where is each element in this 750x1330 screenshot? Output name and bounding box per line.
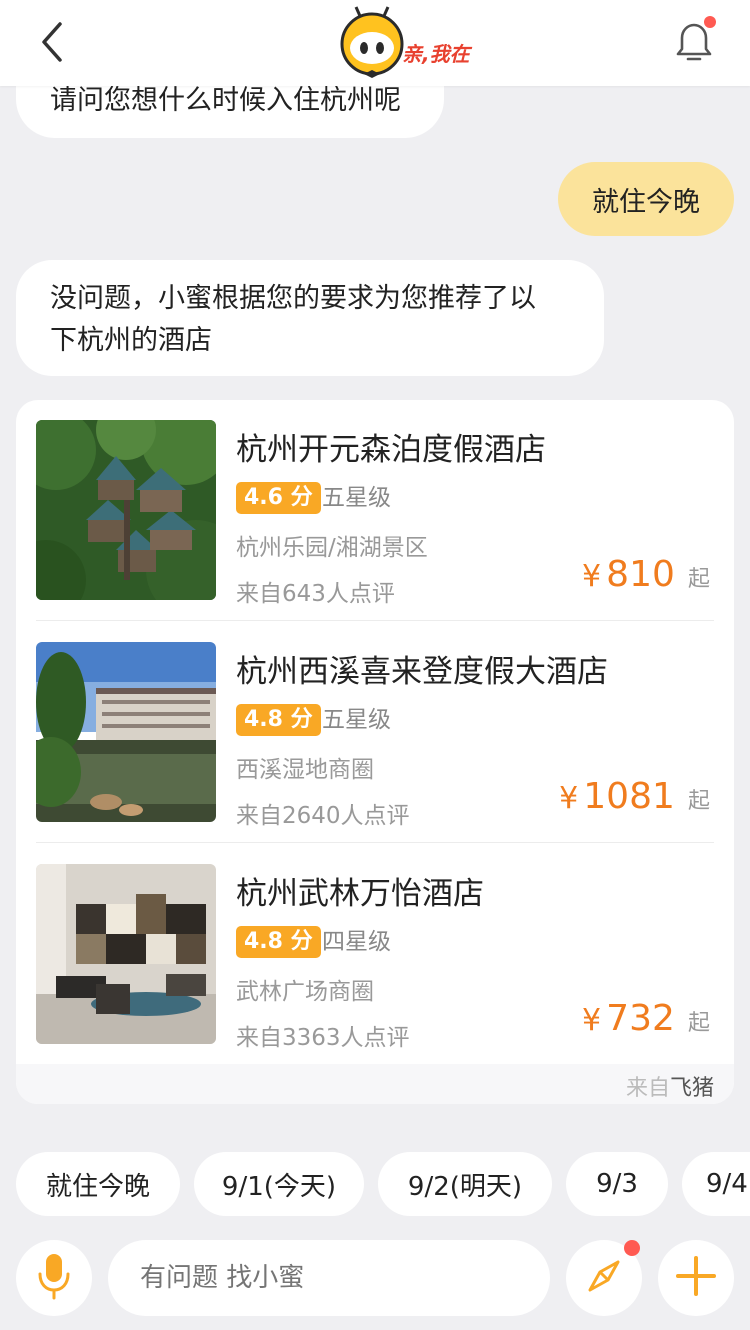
logo-text: 亲,我在 <box>402 42 470 66</box>
input-bar <box>0 1230 750 1330</box>
compass-icon <box>584 1256 624 1300</box>
price-currency: ¥ <box>581 1003 602 1038</box>
hotel-item[interactable]: 杭州武林万怡酒店 4.8 分 四星级 武林广场商圈 来自3363人点评 ¥ 73… <box>36 864 714 1066</box>
price-suffix: 起 <box>687 789 710 814</box>
source-footer: 来自飞猪 <box>16 1064 734 1104</box>
review-count: 来自2640人点评 <box>236 803 410 829</box>
source-prefix: 来自 <box>625 1076 670 1101</box>
hotel-item[interactable]: 杭州西溪喜来登度假大酒店 4.8 分 五星级 西溪湿地商圈 来自2640人点评 … <box>36 642 714 844</box>
hotel-item[interactable]: 杭州开元森泊度假酒店 4.6 分 五星级 杭州乐园/湘湖景区 来自643人点评 … <box>36 420 714 622</box>
hotel-area: 西溪湿地商圈 <box>236 757 374 783</box>
voice-button[interactable] <box>16 1240 92 1316</box>
hotel-photo <box>36 420 216 600</box>
hotel-price: ¥ 732 起 <box>582 998 710 1039</box>
divider <box>36 842 714 843</box>
price-suffix: 起 <box>687 567 710 592</box>
source-attribution: 来自飞猪 <box>626 1070 714 1102</box>
hotel-photo <box>36 864 216 1044</box>
hotel-list-card: 杭州开元森泊度假酒店 4.6 分 五星级 杭州乐园/湘湖景区 来自643人点评 … <box>16 400 734 1104</box>
star-level: 四星级 <box>322 929 391 955</box>
price-currency: ¥ <box>559 781 579 816</box>
hotel-name: 杭州开元森泊度假酒店 <box>236 432 546 468</box>
price-currency: ¥ <box>581 559 602 594</box>
price-suffix: 起 <box>687 1011 710 1036</box>
hotel-photo <box>36 642 216 822</box>
hotel-area: 杭州乐园/湘湖景区 <box>236 535 428 561</box>
review-count: 来自3363人点评 <box>236 1025 410 1051</box>
bot-recommendation-text: 没问题，小蜜根据您的要求为您推荐了以 <box>50 283 536 314</box>
notification-dot <box>624 1240 640 1256</box>
quick-reply-chip[interactable]: 9/2(明天) <box>378 1152 552 1216</box>
hotel-name: 杭州武林万怡酒店 <box>236 876 484 912</box>
add-button[interactable] <box>658 1240 734 1316</box>
star-level: 五星级 <box>322 707 391 733</box>
hotel-area: 武林广场商圈 <box>236 979 374 1005</box>
source-brand: 飞猪 <box>669 1076 714 1101</box>
hotel-price: ¥ 810 起 <box>582 554 710 595</box>
plus-icon <box>675 1255 717 1301</box>
bot-message-bubble: 没问题，小蜜根据您的要求为您推荐了以 下杭州的酒店 <box>16 260 604 376</box>
price-value: 1081 <box>583 776 675 817</box>
notification-dot <box>704 16 716 28</box>
price-value: 810 <box>606 554 675 595</box>
hotel-price: ¥ 1081 起 <box>559 776 710 817</box>
divider <box>36 620 714 621</box>
discover-button[interactable] <box>566 1240 642 1316</box>
score-badge: 4.8 分 <box>236 704 321 736</box>
quick-reply-chip[interactable]: 9/1(今天) <box>194 1152 364 1216</box>
score-badge: 4.8 分 <box>236 926 321 958</box>
user-message-bubble: 就住今晚 <box>558 162 734 236</box>
star-level: 五星级 <box>322 485 391 511</box>
quick-reply-chip[interactable]: 9/3 <box>566 1152 668 1216</box>
quick-reply-bar: 就住今晚 9/1(今天) 9/2(明天) 9/3 9/4 <box>0 1142 750 1230</box>
back-icon[interactable] <box>36 20 76 64</box>
microphone-icon <box>34 1252 74 1304</box>
hotel-name: 杭州西溪喜来登度假大酒店 <box>236 654 608 690</box>
score-badge: 4.6 分 <box>236 482 321 514</box>
bell-icon[interactable] <box>670 16 718 66</box>
quick-reply-chip[interactable]: 9/4 <box>682 1152 750 1216</box>
assistant-logo: 亲,我在 <box>340 4 472 80</box>
quick-reply-chip[interactable]: 就住今晚 <box>16 1152 180 1216</box>
user-reply-text: 就住今晚 <box>592 186 700 218</box>
price-value: 732 <box>606 998 675 1039</box>
top-bar: 亲,我在 <box>0 0 750 86</box>
review-count: 来自643人点评 <box>236 581 395 607</box>
bot-recommendation-text: 下杭州的酒店 <box>50 325 212 356</box>
message-input[interactable] <box>108 1240 550 1316</box>
